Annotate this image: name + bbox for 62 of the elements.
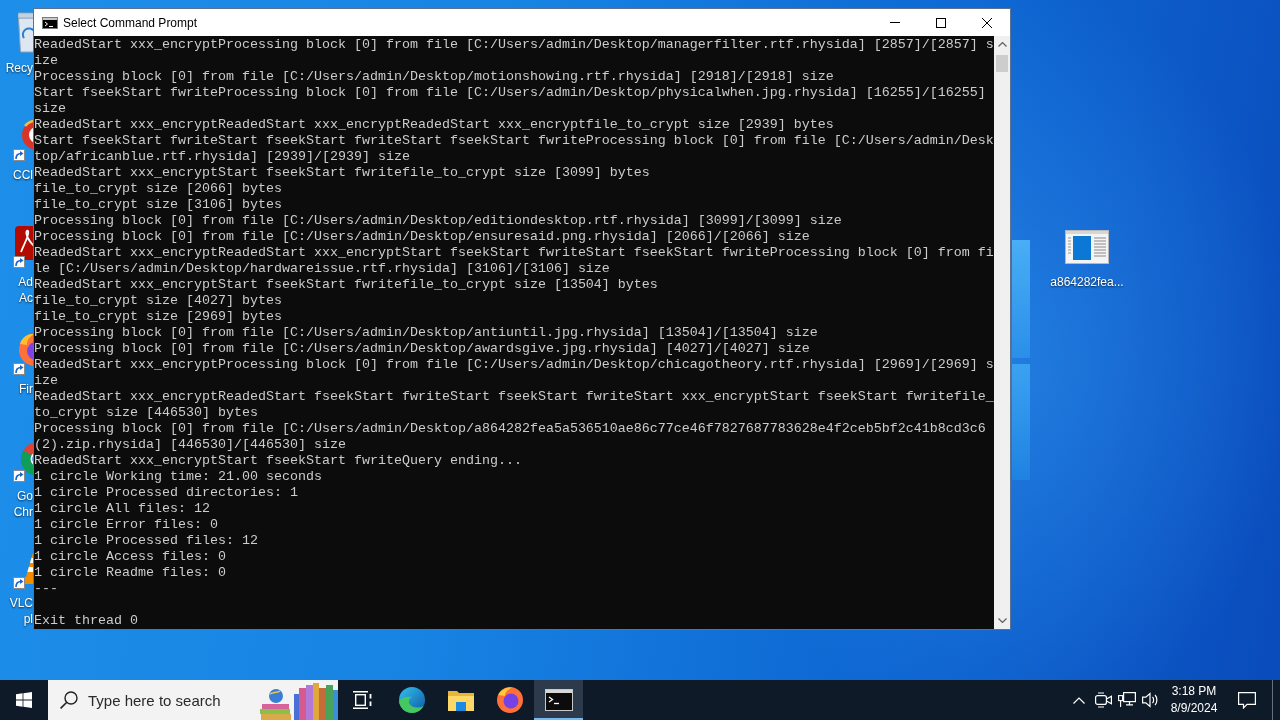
console-line: Start fseekStart fwriteProcessing block [0] from file [C:/Users/admin/Desktop/physicalwhen.jpg.rhysida] [16255]/[16255] size (34, 85, 987, 117)
console-line: Processing block [0] from file [C:/Users/admin/Desktop/ensuresaid.png.rhysida] [2066]/[2066] size (34, 229, 810, 245)
volume-icon[interactable] (1142, 692, 1160, 708)
console-line: 1 circle Readme files: 0 (34, 565, 226, 581)
console-line: Processing block [0] from file [C:/Users/admin/Desktop/antiuntil.jpg.rhysida] [13504]/[13504] size (34, 325, 818, 341)
globe-logo-icon (496, 687, 523, 713)
maximize-icon (936, 17, 946, 28)
terminal-icon (544, 689, 573, 711)
console-line: Start fseekStart fwriteStart fseekStart fwriteStart fseekStart fwriteProcessing block [0] from file [C:/Users/admin/Desktop/africanblue.rtf.rhysida] [2939]/[2939] size (34, 133, 994, 165)
window-title: Select Command Prompt (63, 15, 198, 30)
console-line: 1 circle Working time: 21.00 seconds (34, 469, 322, 485)
scrollbar-thumb[interactable] (996, 55, 1008, 72)
console-line: ReadedStart xxx_encryptProcessing block [0] from file [C:/Users/admin/Desktop/managerfilter.rtf.rhysida] [2857]/[2857] size (34, 37, 994, 69)
search-icon[interactable] (60, 691, 78, 709)
console-line: 1 circle Processed directories: 1 (34, 485, 298, 501)
console-line: Processing block [0] from file [C:/Users/admin/Desktop/motionshowing.rtf.rhysida] [2918]/[2918] size (34, 69, 834, 85)
console-line: ReadedStart xxx_encryptReadedStart fseekStart fwriteStart fseekStart fwriteStart xxx_encryptStart fseekStart fwritefile_to_crypt size [446530] bytes (34, 389, 994, 421)
console-line: Processing block [0] from file [C:/Users/admin/Desktop/awardsgive.jpg.rhysida] [4027]/[4027] size (34, 341, 810, 357)
swirl-logo-icon (398, 687, 425, 713)
caret-up-icon[interactable] (997, 42, 1007, 47)
chevron-up-icon[interactable] (1073, 696, 1085, 704)
caret-down-icon[interactable] (997, 618, 1007, 623)
close-icon (982, 17, 992, 28)
notification-icon (1238, 691, 1256, 709)
clock[interactable]: 3:18 PM 8/9/2024 (1166, 680, 1222, 720)
console-line: file_to_crypt size [4027] bytes (34, 293, 282, 309)
console-line: Processing block [0] from file [C:/Users/admin/Desktop/editiondesktop.rtf.rhysida] [3099]/[3099] size (34, 213, 842, 229)
console-line: 1 circle Error files: 0 (34, 517, 218, 533)
console-line: file_to_crypt size [2969] bytes (34, 309, 282, 325)
desktop-icon-label[interactable]: Fir (19, 381, 33, 397)
console-line: ReadedStart xxx_encryptStart fseekStart fwriteQuery ending... (34, 453, 522, 469)
console-line: ReadedStart xxx_encryptReadedStart xxx_encryptStart fseekStart fwriteStart fseekStart fwriteProcessing block [0] from file [C:/Users/admin/Desktop/hardwareissue.rtf.rhysida] [3106]/[3106] size (34, 245, 994, 277)
search-field[interactable]: Type here to search (88, 691, 234, 709)
desktop-icon-label[interactable]: VLC pl (9, 595, 33, 627)
console-line: --- (34, 581, 58, 597)
windows-logo-icon (16, 692, 32, 708)
desktop-icon-label[interactable]: Go Chr (13, 488, 33, 520)
recycle-bin-icon[interactable] (18, 12, 33, 56)
console-line: file_to_crypt size [2066] bytes (34, 181, 282, 197)
folder-icon (447, 689, 474, 711)
document-window-icon[interactable] (1065, 230, 1109, 264)
console-line: Exit thread 0 (34, 613, 138, 629)
console-line: file_to_crypt size [3106] bytes (34, 197, 282, 213)
taskbar-app-button[interactable] (534, 680, 583, 720)
minimize-icon (890, 22, 900, 23)
console-line: ReadedStart xxx_encryptReadedStart xxx_encryptReadedStart xxx_encryptfile_to_crypt size [2939] bytes (34, 117, 834, 133)
network-icon[interactable] (1118, 692, 1136, 708)
console-line: 1 circle Access files: 0 (34, 549, 226, 565)
console-line: 1 circle Processed files: 12 (34, 533, 258, 549)
task-view-icon (352, 691, 373, 709)
desktop-icon-label[interactable]: Recy (5, 60, 33, 76)
console-line: 1 circle All files: 12 (34, 501, 210, 517)
camera-icon[interactable] (1094, 692, 1112, 708)
desktop-icon-label[interactable]: a864282fea... (1050, 274, 1124, 290)
terminal-icon (42, 16, 58, 29)
console-line: ReadedStart xxx_encryptStart fseekStart fwritefile_to_crypt size [3099] bytes (34, 165, 650, 181)
vertical-scrollbar[interactable] (994, 36, 1010, 629)
console-line: ReadedStart xxx_encryptStart fseekStart fwritefile_to_crypt size [13504] bytes (34, 277, 658, 293)
console-line: Processing block [0] from file [C:/Users/admin/Desktop/a864282fea5a536510ae86c77ce46f7827687783628e4f2ceb5bf2c41b8cd3c6 (2).zip.rhysida] [446530]/[446530] size (34, 421, 987, 453)
desktop-icon-label[interactable]: Ad Ac (18, 274, 33, 306)
desktop-icon-label[interactable]: CCl (13, 167, 33, 183)
console-line: ReadedStart xxx_encryptProcessing block [0] from file [C:/Users/admin/Desktop/chicagotheory.rtf.rhysida] [2969]/[2969] size (34, 357, 994, 389)
